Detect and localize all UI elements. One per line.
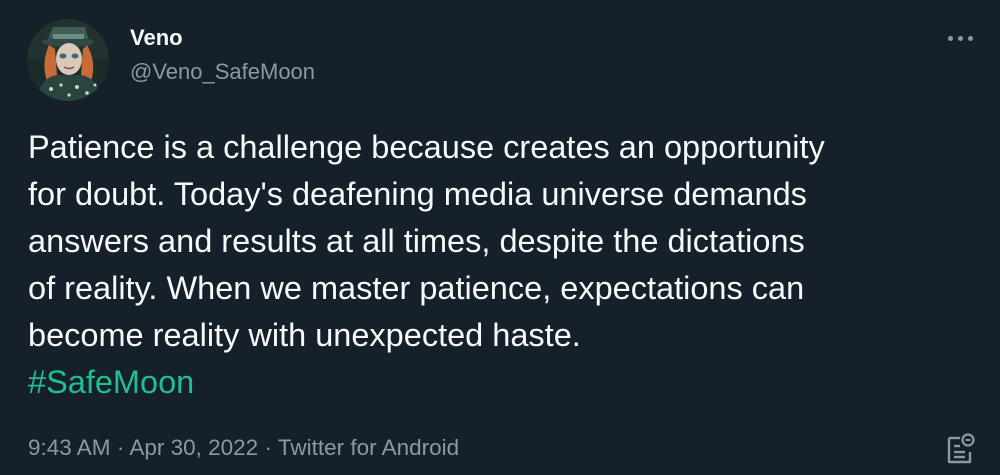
avatar[interactable] bbox=[27, 19, 109, 101]
author-handle[interactable]: @Veno_SafeMoon bbox=[130, 58, 315, 86]
author-display-name[interactable]: Veno bbox=[130, 24, 183, 52]
avatar-image bbox=[27, 19, 109, 101]
meta-separator: · bbox=[116, 435, 125, 460]
tweet-time[interactable]: 9:43 AM bbox=[28, 435, 111, 460]
tweet-date[interactable]: Apr 30, 2022 bbox=[129, 435, 258, 460]
more-horizontal-icon[interactable] bbox=[944, 26, 978, 50]
more-dot bbox=[958, 36, 963, 41]
tweet-meta: 9:43 AM · Apr 30, 2022 · Twitter for And… bbox=[28, 433, 459, 463]
tweet-notes-icon[interactable] bbox=[946, 432, 976, 466]
meta-separator: · bbox=[264, 435, 272, 460]
tweet-body: Patience is a challenge because creates … bbox=[28, 124, 988, 406]
tweet-source[interactable]: Twitter for Android bbox=[278, 435, 459, 460]
tweet-text: Patience is a challenge because creates … bbox=[28, 129, 825, 353]
more-dot bbox=[968, 36, 973, 41]
hashtag-link[interactable]: #SafeMoon bbox=[28, 364, 194, 400]
more-dot bbox=[948, 36, 953, 41]
tweet-card: Veno @Veno_SafeMoon Patience is a challe… bbox=[0, 0, 1000, 475]
